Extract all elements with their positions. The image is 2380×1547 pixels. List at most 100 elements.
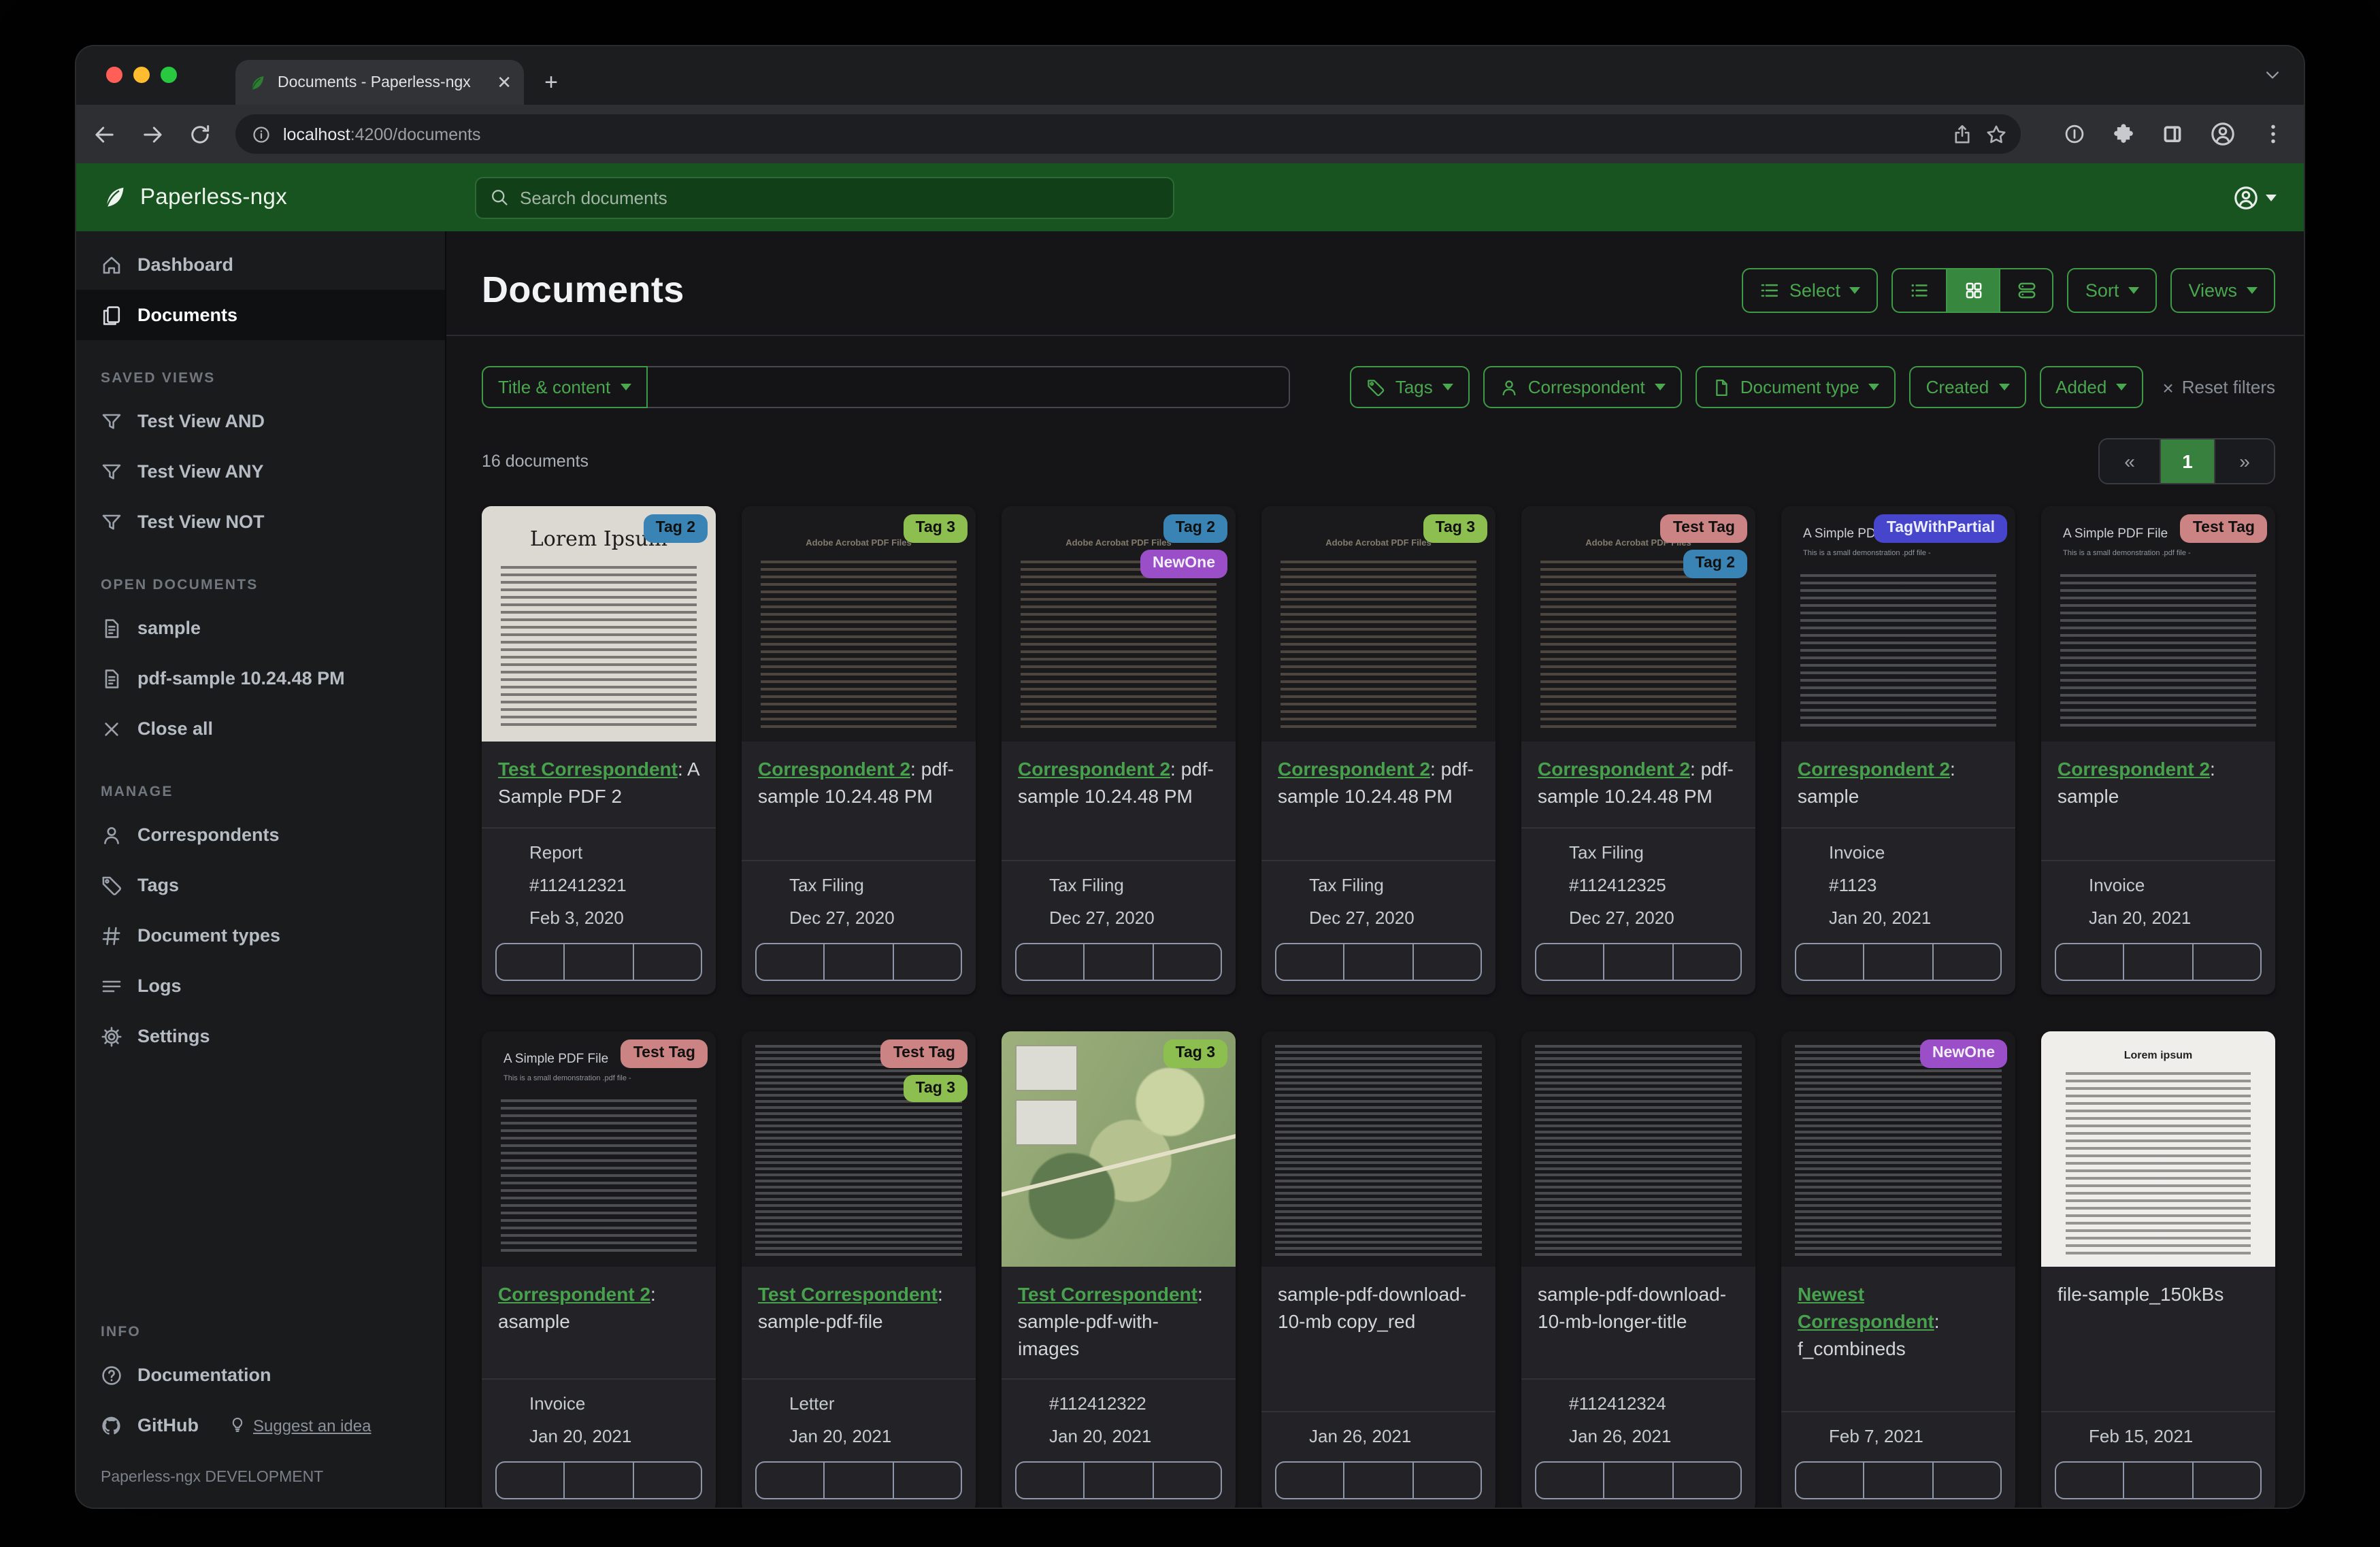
card-thumbnail[interactable]: Test TagTag 2 Adobe Acrobat PDF Files xyxy=(1521,506,1755,742)
filter-doctype-button[interactable]: Document type xyxy=(1696,366,1896,408)
download-button[interactable] xyxy=(1412,944,1481,979)
tag-badge[interactable]: Test Tag xyxy=(881,1039,968,1067)
tag-badge[interactable]: Tag 2 xyxy=(644,514,708,543)
correspondent-link[interactable]: Test Correspondent xyxy=(1018,1282,1197,1304)
card-thumbnail[interactable]: TagWithPartial A Simple PDF FileThis is … xyxy=(1781,506,2015,742)
view-button[interactable] xyxy=(1084,1463,1153,1499)
views-button[interactable]: Views xyxy=(2170,268,2275,313)
edit-button[interactable] xyxy=(497,944,564,979)
edit-button[interactable] xyxy=(757,944,824,979)
grid-view-button[interactable] xyxy=(1947,269,2000,312)
document-type-row[interactable]: Tax Filing xyxy=(1278,874,1479,895)
sidebar-item-sample[interactable]: sample xyxy=(76,603,445,653)
sidebar-item-tags[interactable]: Tags xyxy=(76,860,445,910)
bookmark-star-icon[interactable] xyxy=(1985,123,2007,145)
download-button[interactable] xyxy=(1672,944,1740,979)
browser-menu-icon[interactable] xyxy=(2262,122,2285,146)
correspondent-link[interactable]: Test Correspondent xyxy=(758,1282,938,1304)
download-button[interactable] xyxy=(2192,944,2260,979)
url-bar[interactable]: localhost:4200/documents xyxy=(235,114,2021,154)
sidebar-item-correspondents[interactable]: Correspondents xyxy=(76,810,445,860)
tag-badge[interactable]: NewOne xyxy=(1140,550,1227,578)
edit-button[interactable] xyxy=(2056,1463,2123,1499)
card-thumbnail[interactable]: Test Tag A Simple PDF FileThis is a smal… xyxy=(482,1031,716,1266)
tag-badge[interactable]: Tag 2 xyxy=(1683,550,1747,578)
card-thumbnail[interactable]: Tag 2 Lorem Ipsum xyxy=(482,506,716,742)
download-button[interactable] xyxy=(892,944,961,979)
suggest-idea-link[interactable]: Suggest an idea xyxy=(229,1416,371,1435)
filter-correspondent-button[interactable]: Correspondent xyxy=(1483,366,1682,408)
tag-badge[interactable]: Test Tag xyxy=(621,1039,708,1067)
sidebar-item-documentation[interactable]: Documentation xyxy=(76,1350,445,1400)
document-type-row[interactable]: Invoice xyxy=(1798,842,1999,862)
extensions-puzzle-icon[interactable] xyxy=(2112,122,2135,146)
edit-button[interactable] xyxy=(1276,944,1344,979)
filter-created-button[interactable]: Created xyxy=(1910,366,2026,408)
correspondent-link[interactable]: Correspondent 2 xyxy=(1538,758,1690,780)
view-button[interactable] xyxy=(1864,944,1932,979)
sort-button[interactable]: Sort xyxy=(2068,268,2158,313)
download-button[interactable] xyxy=(1152,944,1221,979)
tag-badge[interactable]: NewOne xyxy=(1920,1039,2007,1067)
correspondent-link[interactable]: Test Correspondent xyxy=(498,758,678,780)
tag-badge[interactable]: Tag 3 xyxy=(904,1074,968,1103)
filter-field-button[interactable]: Title & content xyxy=(482,366,647,408)
card-thumbnail[interactable]: Tag 3 Adobe Acrobat PDF Files xyxy=(1261,506,1495,742)
view-button[interactable] xyxy=(824,944,893,979)
tag-badge[interactable]: Test Tag xyxy=(2181,514,2267,543)
download-button[interactable] xyxy=(1412,1463,1481,1499)
document-type-row[interactable]: Invoice xyxy=(498,1394,699,1414)
card-thumbnail[interactable]: Tag 3 Adobe Acrobat PDF Files xyxy=(742,506,976,742)
sidebar-item-logs[interactable]: Logs xyxy=(76,961,445,1011)
sidebar-item-dashboard[interactable]: Dashboard xyxy=(76,239,445,290)
close-window-button[interactable] xyxy=(106,67,122,83)
download-button[interactable] xyxy=(632,944,701,979)
browser-tab[interactable]: Documents - Paperless-ngx ✕ xyxy=(235,60,524,105)
view-button[interactable] xyxy=(1604,1463,1672,1499)
brand[interactable]: Paperless-ngx xyxy=(76,184,446,211)
view-button[interactable] xyxy=(1084,944,1153,979)
tag-badge[interactable]: Tag 3 xyxy=(904,514,968,543)
edit-button[interactable] xyxy=(1536,944,1604,979)
edit-button[interactable] xyxy=(757,1463,824,1499)
correspondent-link[interactable]: Correspondent 2 xyxy=(2057,758,2210,780)
share-icon[interactable] xyxy=(1951,123,1973,145)
filter-added-button[interactable]: Added xyxy=(2039,366,2143,408)
edit-button[interactable] xyxy=(2056,944,2123,979)
sidebar-item-test-view-any[interactable]: Test View ANY xyxy=(76,446,445,497)
reset-filters-button[interactable]: × Reset filters xyxy=(2162,376,2275,398)
sidebar-item-settings[interactable]: Settings xyxy=(76,1011,445,1061)
card-thumbnail[interactable]: Tag 2NewOne Adobe Acrobat PDF Files xyxy=(1002,506,1236,742)
download-button[interactable] xyxy=(1932,1463,2000,1499)
download-button[interactable] xyxy=(632,1463,701,1499)
edit-button[interactable] xyxy=(1017,944,1084,979)
view-button[interactable] xyxy=(2123,1463,2192,1499)
download-button[interactable] xyxy=(1152,1463,1221,1499)
sidebar-item-pdf-sample-10-24-48-pm[interactable]: pdf-sample 10.24.48 PM xyxy=(76,653,445,703)
edit-button[interactable] xyxy=(1536,1463,1604,1499)
view-button[interactable] xyxy=(1344,1463,1412,1499)
correspondent-link[interactable]: Correspondent 2 xyxy=(498,1282,650,1304)
document-type-row[interactable]: Tax Filing xyxy=(1018,874,1219,895)
select-button[interactable]: Select xyxy=(1742,268,1879,313)
tag-badge[interactable]: Test Tag xyxy=(1661,514,1747,543)
card-thumbnail[interactable] xyxy=(1521,1031,1755,1266)
edit-button[interactable] xyxy=(1796,1463,1864,1499)
forward-button[interactable] xyxy=(140,122,165,146)
extension-badge-icon[interactable] xyxy=(2063,122,2086,146)
detail-view-button[interactable] xyxy=(2000,269,2053,312)
edit-button[interactable] xyxy=(1017,1463,1084,1499)
tab-search-chevron-icon[interactable] xyxy=(2263,65,2282,84)
tag-badge[interactable]: Tag 3 xyxy=(1423,514,1487,543)
document-type-row[interactable]: Invoice xyxy=(2057,874,2259,895)
card-thumbnail[interactable]: Tag 3 xyxy=(1002,1031,1236,1266)
back-button[interactable] xyxy=(93,122,117,146)
new-tab-button[interactable]: + xyxy=(532,64,570,102)
download-button[interactable] xyxy=(892,1463,961,1499)
document-type-row[interactable]: Report xyxy=(498,842,699,862)
edit-button[interactable] xyxy=(1276,1463,1344,1499)
document-type-row[interactable]: Tax Filing xyxy=(1538,842,1739,862)
sidebar-item-documents[interactable]: Documents xyxy=(76,290,445,340)
card-thumbnail[interactable] xyxy=(1261,1031,1495,1266)
document-type-row[interactable]: Letter xyxy=(758,1394,959,1414)
